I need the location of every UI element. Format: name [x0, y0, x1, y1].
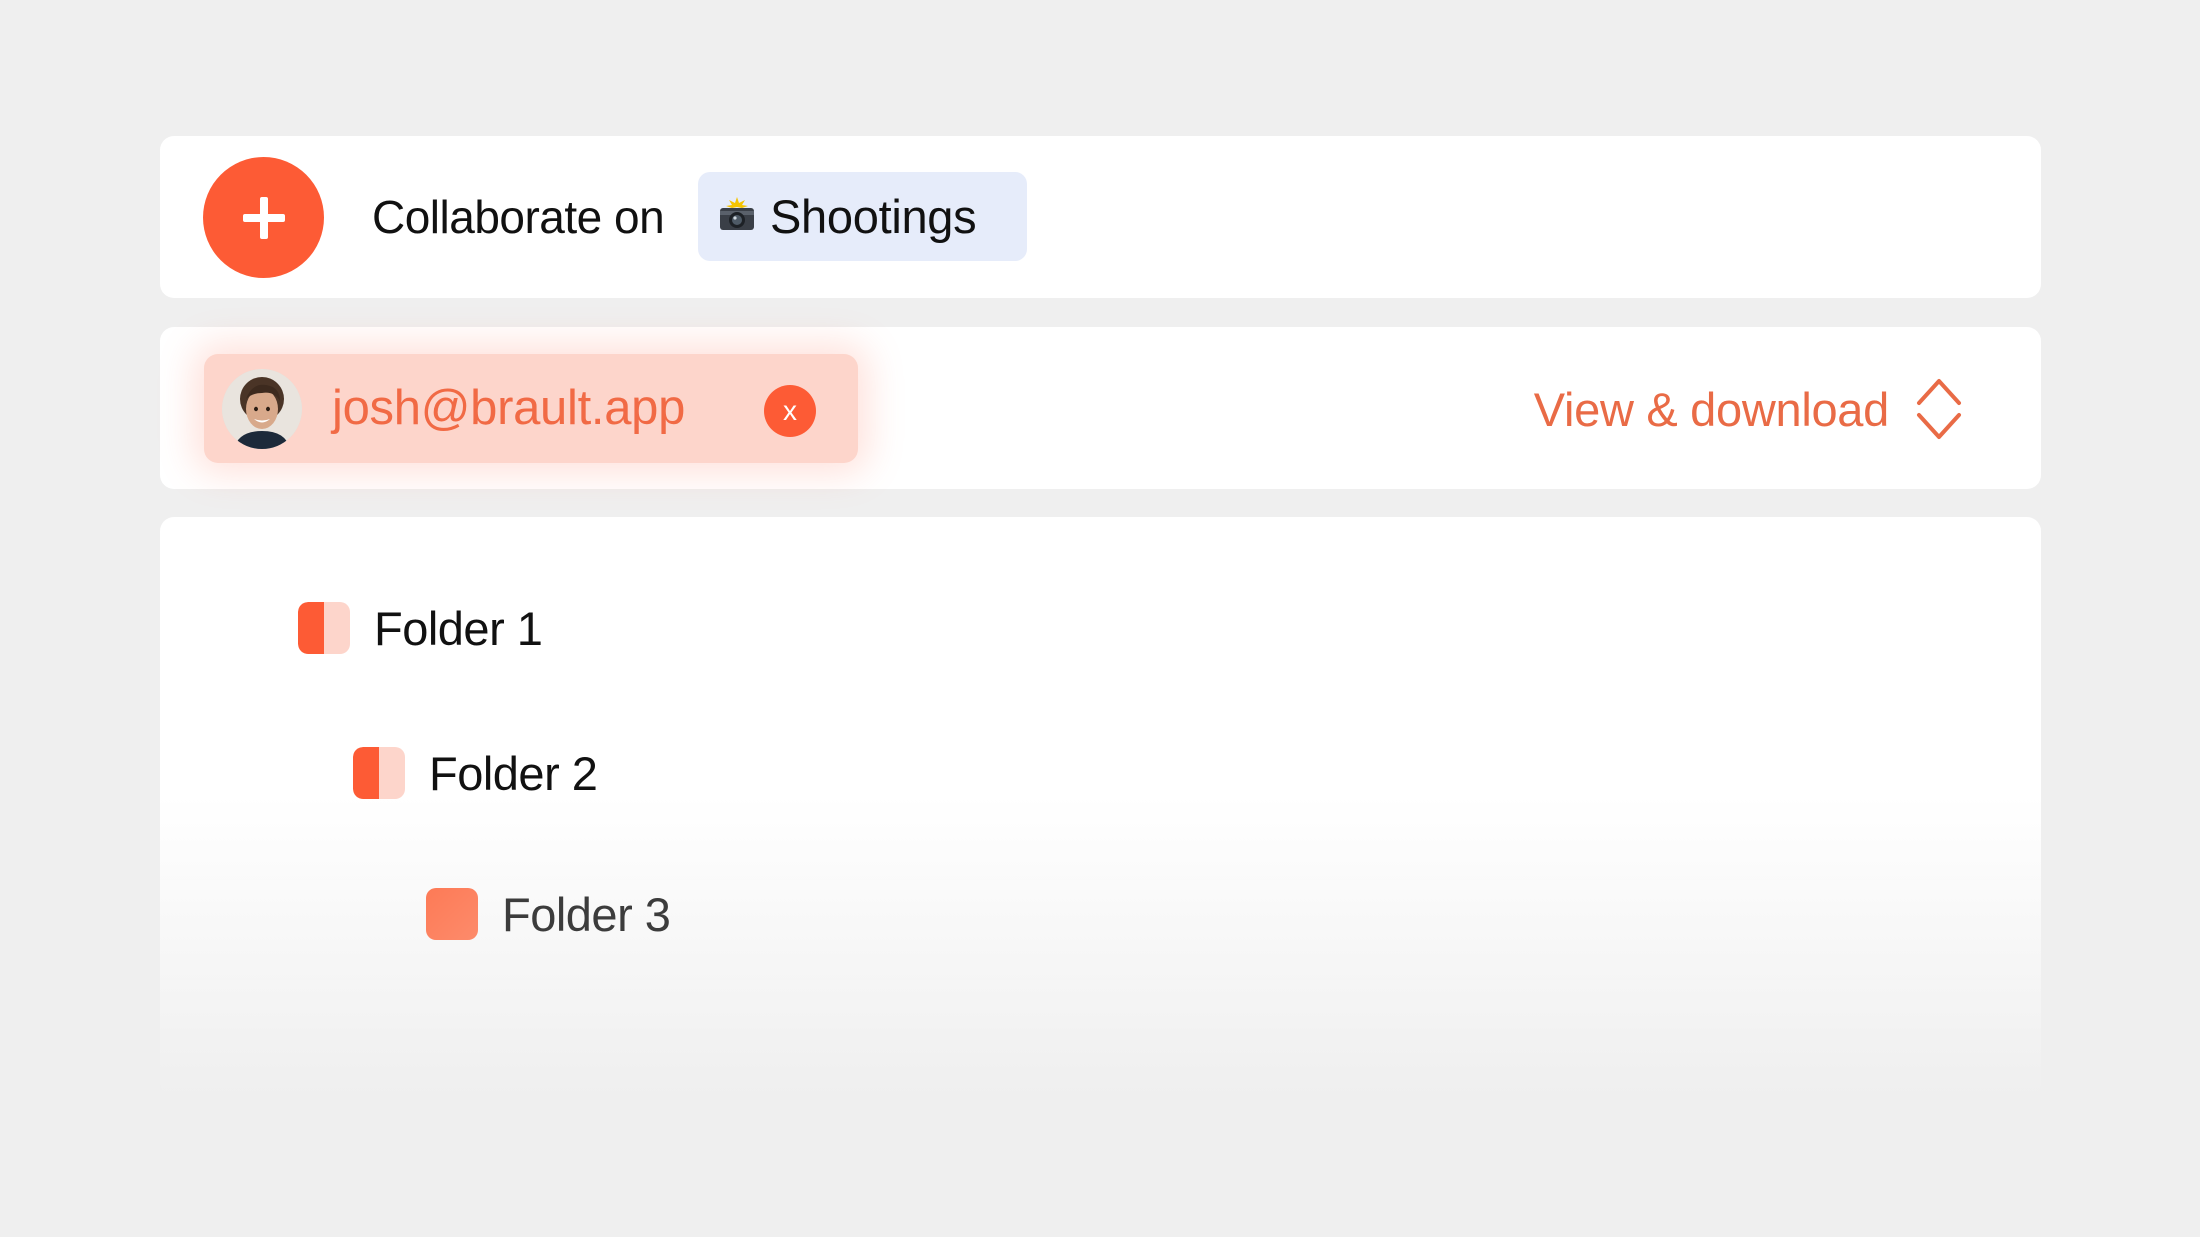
collaborate-label: Collaborate on: [372, 191, 665, 243]
folder-solid-icon: [426, 888, 478, 940]
folder-item-3[interactable]: Folder 3: [426, 879, 671, 949]
folder-half-icon: [353, 747, 405, 799]
project-chip[interactable]: Shootings: [698, 172, 1027, 261]
user-chip: josh@brault.app x: [204, 354, 858, 463]
folder-half-icon: [298, 602, 350, 654]
remove-user-button[interactable]: x: [764, 385, 816, 437]
share-card: josh@brault.app x View & download: [160, 327, 2041, 489]
permission-label: View & download: [1533, 382, 1890, 436]
collaborate-card: Collaborate on Shootings: [160, 136, 2041, 298]
add-collaborator-button[interactable]: [203, 157, 324, 278]
user-email: josh@brault.app: [332, 381, 686, 435]
plus-icon: [242, 196, 285, 239]
permission-select[interactable]: View & download: [1534, 373, 1963, 445]
chevron-up-down-icon: [1917, 379, 1961, 439]
camera-flash-icon: [720, 196, 754, 230]
folder-tree-card: Folder 1 Folder 2 Folder 3: [160, 517, 2041, 1097]
folder-item-1[interactable]: Folder 1: [298, 593, 543, 663]
folder-label: Folder 2: [429, 746, 598, 800]
avatar: [222, 369, 302, 449]
folder-label: Folder 1: [374, 601, 543, 655]
project-name: Shootings: [770, 190, 977, 243]
folder-item-2[interactable]: Folder 2: [353, 738, 598, 808]
folder-label: Folder 3: [502, 887, 671, 941]
